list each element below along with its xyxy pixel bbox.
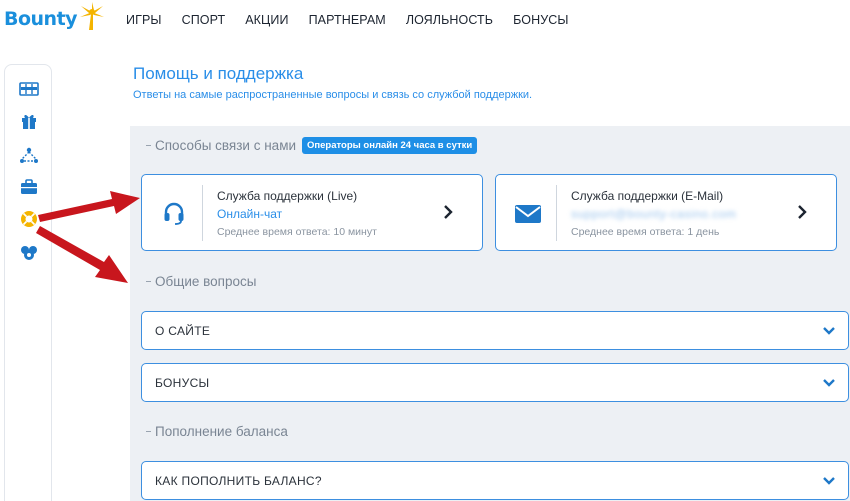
email-response-time: Среднее время ответа: 1 день bbox=[571, 226, 720, 238]
sidebar bbox=[4, 64, 52, 501]
chevron-down-icon bbox=[823, 379, 835, 387]
nav-item-loyalty[interactable]: ЛОЯЛЬНОСТЬ bbox=[406, 13, 493, 27]
operators-online-badge: Операторы онлайн 24 часа в сутки bbox=[302, 137, 478, 154]
heading-dash bbox=[146, 281, 151, 282]
live-chat-response-time: Среднее время ответа: 10 минут bbox=[217, 226, 377, 238]
headset-icon bbox=[164, 202, 184, 225]
chevron-right-icon bbox=[798, 205, 807, 219]
gift-icon[interactable] bbox=[19, 111, 39, 131]
general-section-heading: Общие вопросы bbox=[146, 274, 256, 289]
tournament-icon[interactable] bbox=[19, 145, 39, 165]
accordion-label: БОНУСЫ bbox=[155, 376, 210, 390]
accordion-label: О САЙТЕ bbox=[155, 324, 211, 338]
accordion-bonuses[interactable]: БОНУСЫ bbox=[141, 363, 849, 402]
chevron-down-icon bbox=[823, 477, 835, 485]
lifebuoy-icon[interactable] bbox=[19, 209, 39, 229]
card-divider bbox=[202, 185, 203, 241]
briefcase-icon[interactable] bbox=[19, 177, 39, 197]
contact-section-heading: Способы связи с нами Операторы онлайн 24… bbox=[146, 137, 478, 154]
mail-icon bbox=[515, 205, 541, 223]
email-support-card[interactable]: Служба поддержки (E-Mail) support@bounty… bbox=[495, 174, 837, 251]
chevron-down-icon bbox=[823, 327, 835, 335]
email-address: support@bounty-casino.com bbox=[571, 207, 737, 221]
card-divider bbox=[556, 185, 557, 241]
email-support-title: Служба поддержки (E-Mail) bbox=[571, 189, 724, 203]
accordion-label: КАК ПОПОЛНИТЬ БАЛАНС? bbox=[155, 474, 322, 488]
main-nav: ИГРЫ СПОРТ АКЦИИ ПАРТНЕРАМ ЛОЯЛЬНОСТЬ БО… bbox=[126, 13, 589, 27]
deposit-section-title: Пополнение баланса bbox=[155, 424, 288, 439]
accordion-about-site[interactable]: О САЙТЕ bbox=[141, 311, 849, 350]
live-chat-title: Служба поддержки (Live) bbox=[217, 189, 358, 203]
deposit-section-heading: Пополнение баланса bbox=[146, 424, 288, 439]
nav-item-sport[interactable]: СПОРТ bbox=[182, 13, 226, 27]
heading-dash bbox=[146, 145, 151, 146]
support-group-icon[interactable] bbox=[19, 243, 39, 263]
nav-item-promotions[interactable]: АКЦИИ bbox=[245, 13, 288, 27]
palm-star-icon bbox=[80, 2, 105, 30]
nav-item-games[interactable]: ИГРЫ bbox=[126, 13, 162, 27]
page-title: Помощь и поддержка bbox=[133, 64, 304, 83]
heading-dash bbox=[146, 431, 151, 432]
contact-section-title: Способы связи с нами bbox=[155, 138, 297, 153]
page-subtitle: Ответы на самые распространенные вопросы… bbox=[133, 89, 533, 101]
general-section-title: Общие вопросы bbox=[155, 274, 257, 289]
slots-icon[interactable] bbox=[19, 79, 39, 99]
chevron-right-icon bbox=[444, 205, 453, 219]
brand-name: Bounty bbox=[4, 8, 78, 30]
nav-item-partners[interactable]: ПАРТНЕРАМ bbox=[309, 13, 386, 27]
live-chat-card[interactable]: Служба поддержки (Live) Онлайн-чат Средн… bbox=[141, 174, 483, 251]
brand-logo[interactable]: Bounty bbox=[4, 2, 105, 36]
accordion-how-to-deposit[interactable]: КАК ПОПОЛНИТЬ БАЛАНС? bbox=[141, 461, 849, 500]
live-chat-subtitle: Онлайн-чат bbox=[217, 207, 283, 221]
top-bar: Bounty ИГРЫ СПОРТ АКЦИИ ПАРТНЕРАМ ЛОЯЛЬН… bbox=[0, 0, 850, 40]
annotation-arrow-to-live-chat bbox=[38, 191, 140, 222]
nav-item-bonuses[interactable]: БОНУСЫ bbox=[513, 13, 568, 27]
